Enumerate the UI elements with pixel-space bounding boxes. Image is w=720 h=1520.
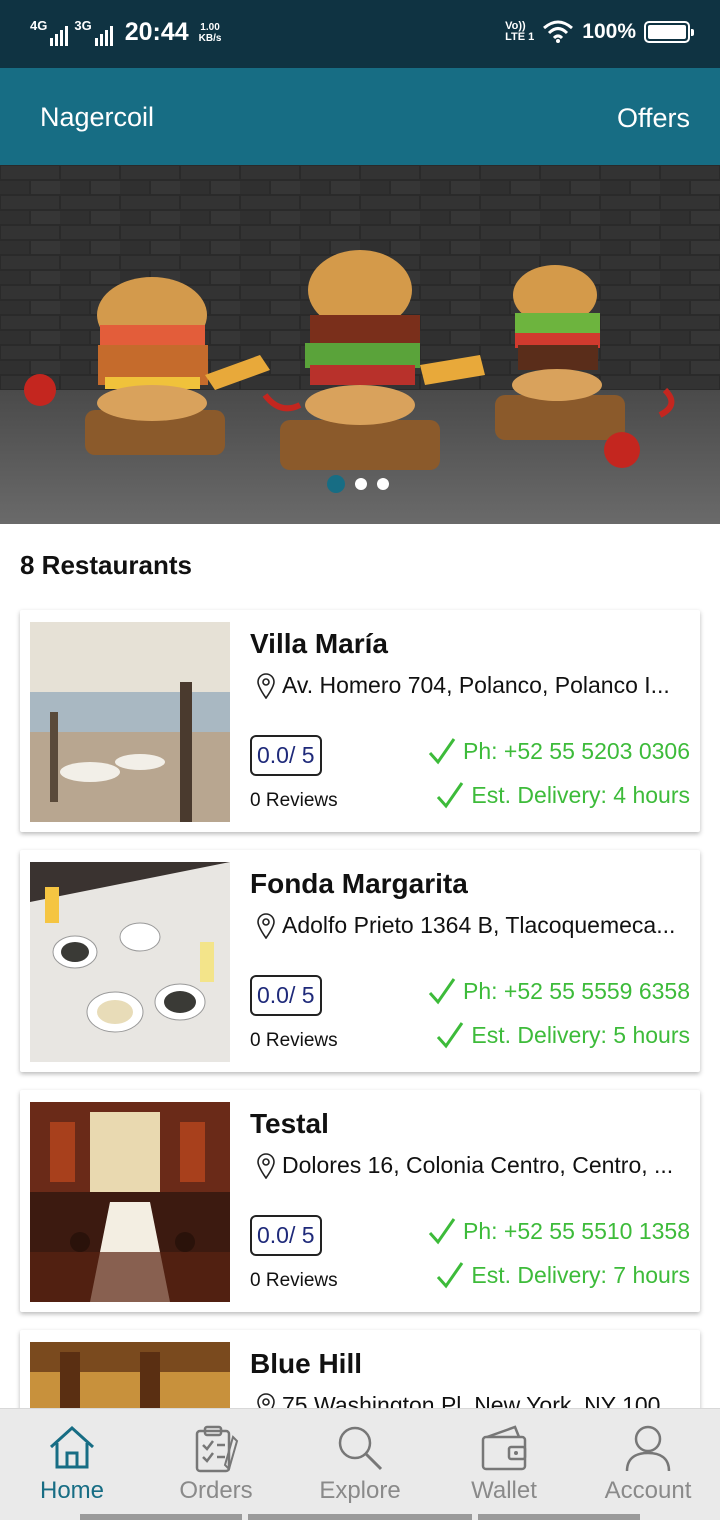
- restaurant-name: Testal: [250, 1108, 329, 1139]
- nav-home[interactable]: Home: [0, 1409, 144, 1520]
- delivery-text: Est. Delivery: 4 hours: [471, 781, 690, 808]
- restaurant-card[interactable]: Villa María Av. Homero 704, Polanco, Pol…: [20, 610, 700, 832]
- check-icon: [437, 1262, 464, 1289]
- restaurant-address: Adolfo Prieto 1364 B, Tlacoquemeca...: [256, 912, 696, 939]
- wallet-icon: [481, 1425, 527, 1471]
- restaurant-card[interactable]: Fonda Margarita Adolfo Prieto 1364 B, Tl…: [20, 850, 700, 1072]
- delivery-text: Est. Delivery: 7 hours: [471, 1261, 690, 1288]
- phone-info[interactable]: Ph: +52 55 5559 6358: [427, 976, 690, 1006]
- location-pin-icon: [257, 1152, 275, 1179]
- restaurant-card[interactable]: Testal Dolores 16, Colonia Centro, Centr…: [20, 1090, 700, 1312]
- rating-badge: 0.0/ 5: [250, 735, 322, 776]
- nav-label: Wallet: [471, 1477, 537, 1504]
- lte-label: LTE 1: [505, 31, 535, 43]
- nav-wallet[interactable]: Wallet: [432, 1409, 576, 1520]
- clock: 20:44: [124, 18, 189, 46]
- location-pin-icon: [257, 672, 275, 699]
- check-icon: [428, 978, 456, 1005]
- address-text: Dolores 16, Colonia Centro, Centro, ...: [282, 1152, 674, 1178]
- delivery-text: Est. Delivery: 5 hours: [471, 1021, 690, 1048]
- check-icon: [428, 1218, 456, 1245]
- nav-underline: [80, 1514, 242, 1520]
- network-type-1: 4G: [30, 17, 48, 33]
- status-bar: 4G 3G 20:44 1.00 KB/s Vo)) LTE 1 100%: [0, 0, 720, 68]
- phone-text[interactable]: Ph: +52 55 5203 0306: [463, 738, 690, 765]
- review-count: 0 Reviews: [250, 1270, 338, 1291]
- restaurant-name: Villa María: [250, 628, 389, 659]
- delivery-info: Est. Delivery: 7 hours: [435, 1260, 690, 1290]
- signal-icon-2: 3G: [74, 17, 113, 46]
- status-right: Vo)) LTE 1 100%: [505, 20, 694, 44]
- nav-underline: [478, 1514, 640, 1520]
- restaurant-address: Av. Homero 704, Polanco, Polanco I...: [256, 672, 696, 699]
- review-count: 0 Reviews: [250, 790, 338, 811]
- restaurant-image: [30, 622, 230, 822]
- location-selector[interactable]: Nagercoil: [40, 102, 154, 133]
- phone-text[interactable]: Ph: +52 55 5559 6358: [463, 978, 690, 1005]
- restaurant-count: 8 Restaurants: [20, 550, 192, 580]
- restaurant-image: [30, 1102, 230, 1302]
- restaurant-name: Blue Hill: [250, 1348, 363, 1379]
- rating-badge: 0.0/ 5: [250, 1215, 322, 1256]
- orders-icon: [195, 1425, 239, 1473]
- nav-label: Explore: [319, 1477, 401, 1504]
- offers-link[interactable]: Offers: [617, 103, 690, 134]
- carousel-dot-3[interactable]: [377, 478, 389, 490]
- rating-badge: 0.0/ 5: [250, 975, 322, 1016]
- address-text: Av. Homero 704, Polanco, Polanco I...: [282, 672, 670, 698]
- restaurant-name: Fonda Margarita: [250, 868, 468, 899]
- location-pin-icon: [257, 912, 275, 939]
- net-speed: 1.00 KB/s: [199, 22, 222, 44]
- phone-text[interactable]: Ph: +52 55 5510 1358: [463, 1218, 690, 1245]
- nav-label: Orders: [179, 1477, 253, 1504]
- carousel-dot-2[interactable]: [355, 478, 367, 490]
- promo-banner[interactable]: [0, 165, 720, 524]
- nav-account[interactable]: Account: [576, 1409, 720, 1520]
- net-speed-unit: KB/s: [198, 32, 222, 44]
- home-icon: [49, 1425, 95, 1469]
- restaurant-address: Dolores 16, Colonia Centro, Centro, ...: [256, 1152, 696, 1179]
- signal-icon: 4G: [30, 17, 69, 46]
- app-bar: Nagercoil Offers: [0, 68, 720, 165]
- check-icon: [428, 738, 456, 765]
- restaurant-image: [30, 862, 230, 1062]
- nav-label: Home: [39, 1477, 105, 1504]
- net-speed-value: 1.00: [200, 21, 220, 33]
- status-left: 4G 3G 20:44 1.00 KB/s: [30, 18, 221, 47]
- search-icon: [338, 1426, 383, 1471]
- delivery-info: Est. Delivery: 5 hours: [435, 1020, 690, 1050]
- delivery-info: Est. Delivery: 4 hours: [435, 780, 690, 810]
- banner-image: [0, 165, 720, 524]
- nav-explore[interactable]: Explore: [288, 1409, 432, 1520]
- review-count: 0 Reviews: [250, 1030, 338, 1051]
- nav-label: Account: [604, 1477, 692, 1504]
- network-type-2: 3G: [74, 17, 92, 33]
- phone-info[interactable]: Ph: +52 55 5203 0306: [427, 736, 690, 766]
- wifi-icon: [543, 20, 574, 43]
- address-text: Adolfo Prieto 1364 B, Tlacoquemeca...: [282, 912, 676, 938]
- check-icon: [437, 782, 464, 809]
- volte-indicator: Vo)) LTE 1: [505, 21, 534, 43]
- phone-info[interactable]: Ph: +52 55 5510 1358: [427, 1216, 690, 1246]
- battery-percent: 100%: [582, 20, 636, 43]
- carousel-indicator[interactable]: [327, 475, 389, 493]
- nav-orders[interactable]: Orders: [144, 1409, 288, 1520]
- carousel-dot-1[interactable]: [327, 475, 345, 493]
- battery-icon: [644, 21, 694, 43]
- nav-underline: [248, 1514, 472, 1520]
- check-icon: [437, 1022, 464, 1049]
- bottom-navigation: Home Orders Explore Wallet Account: [0, 1408, 720, 1520]
- account-icon: [625, 1425, 671, 1472]
